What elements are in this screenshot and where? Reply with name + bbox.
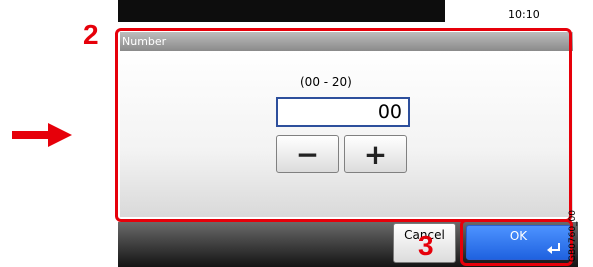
status-bar [118, 0, 445, 22]
callout-number-2: 2 [83, 19, 99, 50]
callout-number-3: 3 [418, 230, 434, 261]
callout-frame-step-2 [115, 28, 572, 222]
callout-frame-step-3 [460, 219, 573, 266]
clock: 10:10 [508, 8, 540, 21]
figure-code: GB0760_00 [568, 209, 578, 262]
arrow-right-icon [12, 123, 72, 147]
